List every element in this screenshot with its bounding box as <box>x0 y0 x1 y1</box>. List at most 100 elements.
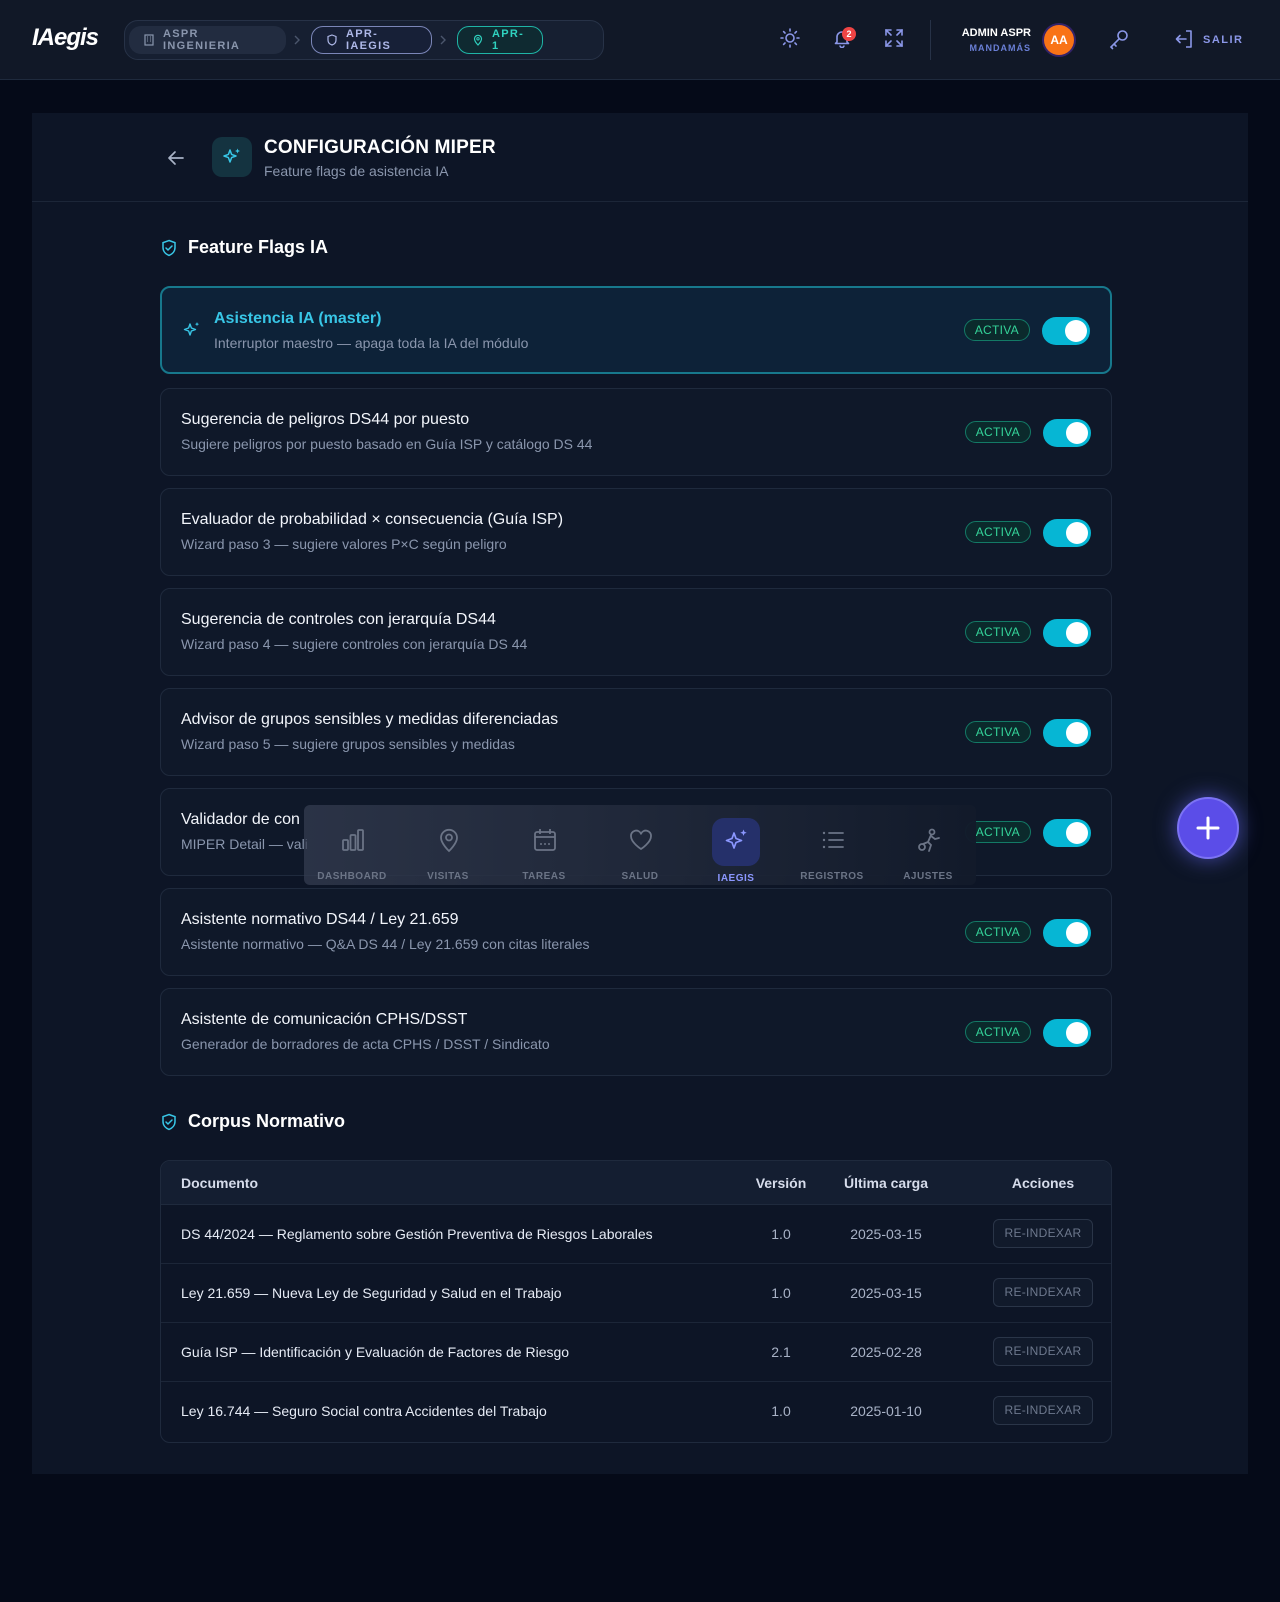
fullscreen-icon[interactable] <box>884 28 904 48</box>
sun-icon[interactable] <box>780 28 800 48</box>
flag-card: Evaluador de probabilidad × consecuencia… <box>160 488 1112 576</box>
nav-label: AJUSTES <box>903 871 953 882</box>
back-arrow-icon[interactable] <box>166 148 186 168</box>
column-header-fecha: Última carga <box>843 1175 929 1191</box>
heart-icon <box>628 827 654 853</box>
nav-registros[interactable]: REGISTROS <box>784 805 880 885</box>
logout-button[interactable]: SALIR <box>1203 34 1244 46</box>
table-row: Ley 21.659 — Nueva Ley de Seguridad y Sa… <box>161 1264 1111 1323</box>
nav-label: TAREAS <box>522 871 566 882</box>
breadcrumb-label: ASPR INGENIERIA <box>163 28 241 52</box>
breadcrumb-project[interactable]: APR-IAEGIS <box>311 26 432 54</box>
reindex-button[interactable]: RE-INDEXAR <box>993 1278 1093 1307</box>
table-row: Guía ISP — Identificación y Evaluación d… <box>161 1323 1111 1382</box>
column-header-version: Versión <box>755 1175 807 1191</box>
flag-toggle[interactable] <box>1043 919 1091 947</box>
calendar-icon <box>532 827 558 853</box>
logout-icon[interactable] <box>1174 29 1194 49</box>
page-title: CONFIGURACIÓN MIPER <box>264 137 496 158</box>
nav-tareas[interactable]: TAREAS <box>496 805 592 885</box>
breadcrumb: ASPR INGENIERIA APR-IAEGIS APR-1 <box>124 20 604 60</box>
table-row: Ley 16.744 — Seguro Social contra Accide… <box>161 1382 1111 1441</box>
status-badge: ACTIVA <box>964 521 1031 543</box>
nav-dashboard[interactable]: DASHBOARD <box>304 805 400 885</box>
column-header-documento: Documento <box>181 1175 258 1191</box>
column-header-acciones: Acciones <box>1011 1175 1075 1191</box>
sparkles-icon <box>724 827 750 853</box>
sparkles-icon <box>182 320 202 340</box>
map-pin-icon <box>472 34 484 46</box>
corpus-table: Documento Versión Última carga Acciones … <box>160 1160 1112 1443</box>
status-badge: ACTIVA <box>964 721 1031 743</box>
cell-documento: Ley 16.744 — Seguro Social contra Accide… <box>181 1403 547 1419</box>
flag-card: Advisor de grupos sensibles y medidas di… <box>160 688 1112 776</box>
breadcrumb-site[interactable]: APR-1 <box>457 26 543 54</box>
section-title-label: Corpus Normativo <box>188 1111 346 1131</box>
reindex-button[interactable]: RE-INDEXAR <box>993 1219 1093 1248</box>
flag-description: Generador de borradores de acta CPHS / D… <box>181 1036 550 1052</box>
toggle-knob <box>1066 922 1088 944</box>
toggle-knob <box>1066 422 1088 444</box>
nav-label: VISITAS <box>427 871 469 882</box>
chevron-right-icon <box>438 33 448 47</box>
shield-icon <box>326 34 338 46</box>
cell-documento: DS 44/2024 — Reglamento sobre Gestión Pr… <box>181 1226 653 1242</box>
section-title-label: Feature Flags IA <box>188 237 329 257</box>
status-badge: ACTIVA <box>964 921 1031 943</box>
nav-ajustes[interactable]: AJUSTES <box>880 805 976 885</box>
status-badge: ACTIVA <box>964 1021 1031 1043</box>
flag-description: Interruptor maestro — apaga toda la IA d… <box>214 335 529 351</box>
list-icon <box>820 827 846 853</box>
flag-description: Wizard paso 4 — sugiere controles con je… <box>181 636 528 652</box>
flag-toggle[interactable] <box>1042 317 1090 345</box>
nav-iaegis[interactable]: IAEGIS <box>688 805 784 885</box>
section-title-flags: Feature Flags IA <box>160 237 328 258</box>
flag-description: Wizard paso 3 — sugiere valores P×C segú… <box>181 536 507 552</box>
breadcrumb-label: APR-1 <box>492 28 525 52</box>
flag-toggle[interactable] <box>1043 619 1091 647</box>
flag-card-master: Asistencia IA (master) Interruptor maest… <box>160 286 1112 374</box>
divider <box>930 20 931 60</box>
flag-card: Asistente de comunicación CPHS/DSST Gene… <box>160 988 1112 1076</box>
status-badge: ACTIVA <box>963 319 1030 341</box>
page-header: CONFIGURACIÓN MIPER Feature flags de asi… <box>32 113 1248 202</box>
flag-title: Validador de con <box>181 811 300 828</box>
chevron-right-icon <box>292 33 302 47</box>
add-floating-button[interactable] <box>1177 797 1239 859</box>
cell-documento: Ley 21.659 — Nueva Ley de Seguridad y Sa… <box>181 1285 562 1301</box>
shield-check-icon <box>160 239 178 257</box>
nav-salud[interactable]: SALUD <box>592 805 688 885</box>
flag-description: Sugiere peligros por puesto basado en Gu… <box>181 436 593 452</box>
top-bar: IAegis ASPR INGENIERIA APR-IAEGIS APR-1 <box>0 0 1280 80</box>
reindex-button[interactable]: RE-INDEXAR <box>993 1337 1093 1366</box>
sparkles-icon <box>212 137 252 177</box>
table-row: DS 44/2024 — Reglamento sobre Gestión Pr… <box>161 1205 1111 1264</box>
breadcrumb-company[interactable]: ASPR INGENIERIA <box>129 26 286 54</box>
breadcrumb-label: APR-IAEGIS <box>346 28 392 52</box>
flag-toggle[interactable] <box>1043 819 1091 847</box>
flag-toggle[interactable] <box>1043 419 1091 447</box>
flag-title: Evaluador de probabilidad × consecuencia… <box>181 511 564 528</box>
flag-card: Sugerencia de peligros DS44 por puesto S… <box>160 388 1112 476</box>
settings-figure-icon <box>916 827 942 853</box>
key-icon[interactable] <box>1108 28 1130 50</box>
toggle-knob <box>1066 522 1088 544</box>
app-logo[interactable]: IAegis <box>32 24 99 52</box>
flag-toggle[interactable] <box>1043 1019 1091 1047</box>
flag-toggle[interactable] <box>1043 719 1091 747</box>
bar-chart-icon <box>340 827 366 853</box>
cell-fecha: 2025-03-15 <box>850 1226 922 1242</box>
building-icon <box>143 34 155 46</box>
reindex-button[interactable]: RE-INDEXAR <box>993 1396 1093 1425</box>
shield-check-icon <box>160 1113 178 1131</box>
table-header: Documento Versión Última carga Acciones <box>161 1161 1111 1205</box>
avatar[interactable]: AA <box>1044 25 1074 55</box>
flag-toggle[interactable] <box>1043 519 1091 547</box>
cell-version: 1.0 <box>771 1403 791 1419</box>
nav-label: IAEGIS <box>717 873 755 884</box>
toggle-knob <box>1065 320 1087 342</box>
user-role: MANDAMÁS <box>969 43 1031 53</box>
flag-title: Sugerencia de controles con jerarquía DS… <box>181 611 496 628</box>
nav-label: DASHBOARD <box>317 871 387 882</box>
nav-visitas[interactable]: VISITAS <box>400 805 496 885</box>
